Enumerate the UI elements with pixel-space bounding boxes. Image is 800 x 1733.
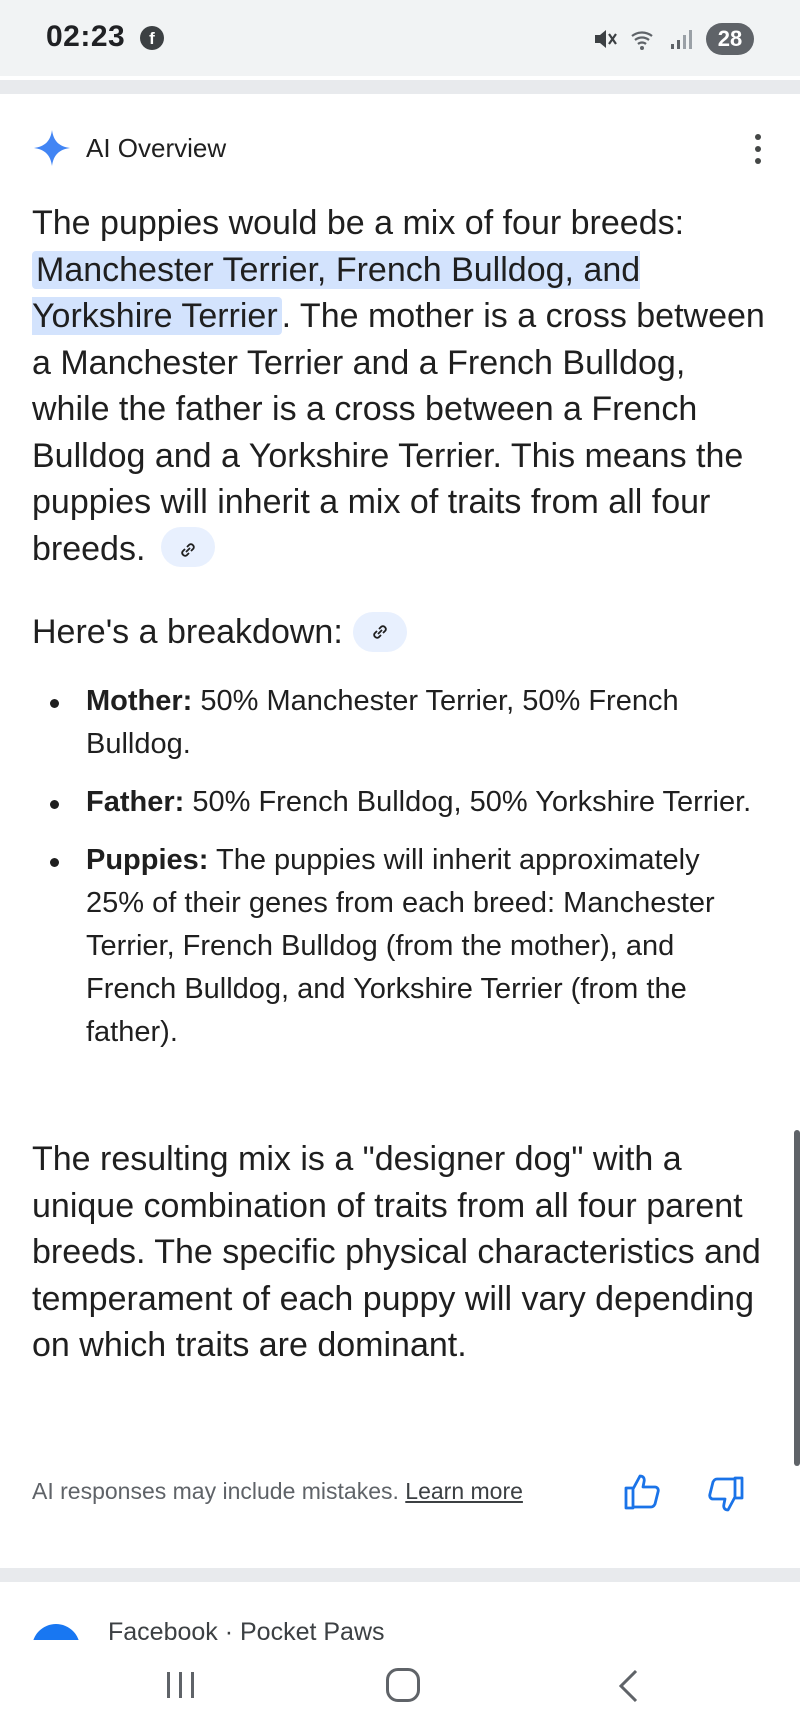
link-icon [181, 542, 195, 557]
list-item-puppies: Puppies: The puppies will inherit approx… [32, 839, 762, 1054]
thumbs-up-icon[interactable] [622, 1470, 666, 1514]
wifi-icon [631, 31, 653, 50]
divider [0, 1568, 800, 1582]
facebook-icon: f [140, 26, 164, 50]
bullet-label: Puppies: [86, 844, 209, 876]
bullet-text: 50% French Bulldog, 50% Yorkshire Terrie… [184, 786, 752, 818]
intro-paragraph: The puppies would be a mix of four breed… [32, 200, 772, 572]
ai-overview-title: AI Overview [86, 132, 227, 163]
source-link-button[interactable] [160, 526, 215, 567]
signal-icon [671, 30, 692, 49]
navigation-bar [0, 1640, 800, 1733]
intro-lead: The puppies would be a mix of four breed… [32, 204, 685, 242]
source-name: Facebook · Pocket Paws [108, 1618, 385, 1640]
learn-more-link[interactable]: Learn more [405, 1478, 523, 1504]
more-options-icon[interactable] [752, 134, 764, 164]
next-result[interactable]: Facebook · Pocket Paws [0, 1584, 800, 1640]
disclaimer: AI responses may include mistakes. Learn… [32, 1478, 523, 1505]
disclaimer-text: AI responses may include mistakes. [32, 1478, 406, 1504]
breakdown-link-button[interactable] [352, 612, 407, 652]
breakdown-list: Mother: 50% Manchester Terrier, 50% Fren… [32, 680, 762, 1069]
battery-indicator: 28 [706, 23, 754, 55]
thumbs-down-icon[interactable] [702, 1472, 746, 1516]
feedback-row: AI responses may include mistakes. Learn… [32, 1470, 772, 1514]
bullet-label: Father: [86, 786, 185, 818]
link-icon [373, 625, 387, 639]
intro-rest: . The mother is a cross between a Manche… [32, 297, 765, 568]
scrollbar[interactable] [794, 1130, 800, 1466]
divider [0, 80, 800, 94]
home-icon[interactable] [386, 1668, 420, 1702]
breakdown-heading: Here's a breakdown: [32, 612, 407, 652]
status-bar: 02:23 f 28 [0, 0, 800, 76]
back-icon[interactable] [616, 1668, 640, 1704]
status-time: 02:23 [46, 20, 126, 53]
bullet-label: Mother: [86, 685, 193, 717]
mute-icon [595, 30, 617, 48]
recent-apps-icon[interactable] [164, 1670, 198, 1700]
breakdown-heading-text: Here's a breakdown: [32, 612, 343, 651]
status-icons: 28 [592, 22, 754, 56]
conclusion-paragraph: The resulting mix is a "designer dog" wi… [32, 1140, 761, 1364]
ai-overview-header: AI Overview [32, 126, 226, 170]
source-avatar [32, 1624, 80, 1640]
list-item-father: Father: 50% French Bulldog, 50% Yorkshir… [32, 781, 762, 824]
list-item-mother: Mother: 50% Manchester Terrier, 50% Fren… [32, 680, 762, 766]
sparkle-icon [34, 130, 70, 166]
